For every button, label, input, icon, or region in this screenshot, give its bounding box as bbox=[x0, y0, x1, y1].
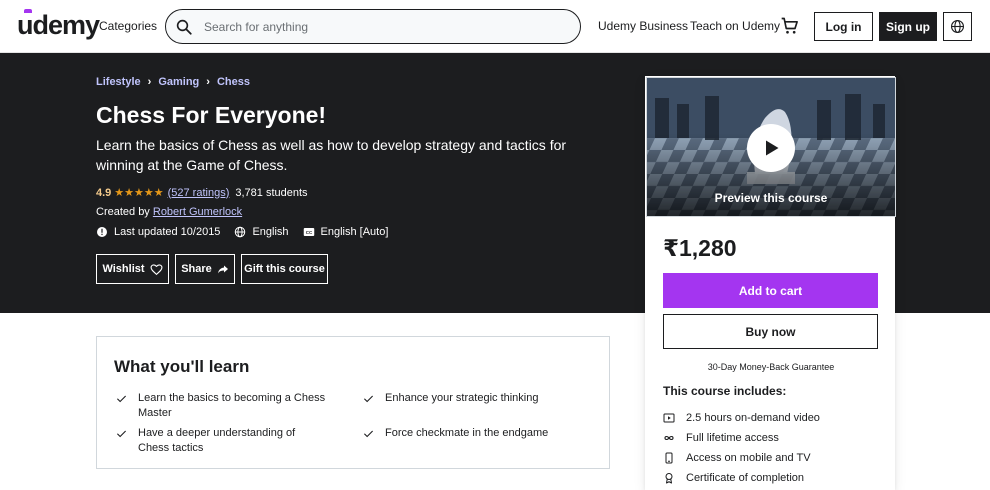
ratings-count-link[interactable]: (527 ratings) bbox=[168, 187, 230, 199]
svg-text:CC: CC bbox=[305, 230, 312, 235]
checkmark-icon bbox=[363, 430, 374, 438]
closed-captions-icon: CC bbox=[303, 228, 314, 236]
last-updated-text: Last updated 10/2015 bbox=[114, 226, 221, 238]
course-captions: CC English [Auto] bbox=[303, 226, 389, 238]
certificate-icon bbox=[665, 473, 673, 484]
play-button[interactable] bbox=[747, 124, 795, 172]
buy-now-button[interactable]: Buy now bbox=[663, 314, 878, 349]
breadcrumb-lifestyle[interactable]: Lifestyle bbox=[96, 76, 141, 88]
list-item: Certificate of completion bbox=[663, 468, 820, 488]
captions-text: English [Auto] bbox=[320, 226, 389, 238]
checkmark-icon bbox=[116, 430, 127, 438]
list-item: Full lifetime access bbox=[663, 428, 820, 448]
chevron-right-icon: › bbox=[147, 76, 152, 88]
search-input[interactable] bbox=[204, 18, 564, 36]
globe-icon bbox=[951, 20, 964, 33]
globe-icon bbox=[235, 226, 246, 238]
udemy-logo[interactable]: udemy bbox=[17, 9, 100, 40]
infinity-icon bbox=[664, 435, 674, 441]
checkmark-icon bbox=[363, 395, 374, 403]
course-price: ₹1,280 bbox=[663, 235, 737, 261]
teach-on-udemy-link[interactable]: Teach on Udemy bbox=[690, 19, 780, 33]
created-by: Created by Robert Gumerlock bbox=[96, 206, 242, 218]
wishlist-button[interactable]: Wishlist bbox=[96, 254, 169, 284]
share-label: Share bbox=[181, 263, 212, 275]
wishlist-label: Wishlist bbox=[102, 263, 145, 275]
instructor-link[interactable]: Robert Gumerlock bbox=[153, 206, 242, 218]
what-you-will-learn: What you'll learn Learn the basics to be… bbox=[96, 336, 610, 469]
money-back-guarantee: 30-Day Money-Back Guarantee bbox=[707, 362, 835, 372]
learn-item-text: Learn the basics to becoming a Chess Mas… bbox=[138, 392, 326, 419]
breadcrumb-gaming[interactable]: Gaming bbox=[158, 76, 199, 88]
learn-title: What you'll learn bbox=[114, 357, 250, 376]
preview-label: Preview this course bbox=[714, 191, 828, 205]
star-rating-icon: ★★★★★ bbox=[114, 187, 164, 199]
language-button[interactable] bbox=[943, 12, 972, 41]
gift-course-button[interactable]: Gift this course bbox=[241, 254, 328, 284]
include-text: Certificate of completion bbox=[686, 472, 804, 484]
learn-item-text: Force checkmate in the endgame bbox=[385, 427, 549, 439]
video-icon bbox=[663, 413, 675, 423]
search-icon[interactable] bbox=[175, 18, 193, 36]
categories-link[interactable]: Categories bbox=[99, 19, 157, 33]
purchase-card: Preview this course ₹1,280 Add to cart B… bbox=[645, 76, 896, 490]
list-item: Access on mobile and TV bbox=[663, 448, 820, 468]
add-to-cart-button[interactable]: Add to cart bbox=[663, 273, 878, 308]
course-language: English bbox=[234, 226, 289, 238]
includes-title: This course includes: bbox=[663, 384, 787, 398]
alert-badge-icon bbox=[97, 227, 107, 237]
include-text: Access on mobile and TV bbox=[686, 452, 811, 464]
signup-button[interactable]: Sign up bbox=[879, 12, 937, 41]
course-preview-video[interactable]: Preview this course bbox=[646, 77, 896, 217]
list-item: 2.5 hours on-demand video bbox=[663, 408, 820, 428]
heart-icon bbox=[150, 263, 162, 275]
play-icon bbox=[766, 140, 779, 156]
include-text: Full lifetime access bbox=[686, 432, 779, 444]
course-meta-row: Last updated 10/2015 English CC English … bbox=[96, 226, 402, 238]
share-arrow-icon bbox=[217, 265, 228, 274]
checkmark-icon bbox=[116, 395, 127, 403]
rating-row: 4.9 ★★★★★ (527 ratings) 3,781 students bbox=[96, 186, 308, 200]
login-button[interactable]: Log in bbox=[814, 12, 873, 41]
include-text: 2.5 hours on-demand video bbox=[686, 412, 820, 424]
list-item: Have a deeper understanding of Chess tac… bbox=[116, 426, 328, 456]
last-updated: Last updated 10/2015 bbox=[96, 226, 220, 238]
language-text: English bbox=[252, 226, 289, 238]
share-button[interactable]: Share bbox=[175, 254, 235, 284]
list-item: Force checkmate in the endgame bbox=[363, 426, 575, 441]
cart-icon[interactable] bbox=[780, 16, 800, 36]
udemy-business-link[interactable]: Udemy Business bbox=[598, 19, 688, 33]
learn-item-text: Enhance your strategic thinking bbox=[385, 392, 539, 404]
course-title: Chess For Everyone! bbox=[96, 102, 327, 128]
rating-value: 4.9 bbox=[96, 186, 112, 199]
students-count: 3,781 students bbox=[235, 186, 308, 199]
chevron-right-icon: › bbox=[206, 76, 210, 88]
mobile-icon bbox=[665, 452, 673, 464]
created-by-label: Created by bbox=[96, 206, 150, 218]
learn-item-text: Have a deeper understanding of Chess tac… bbox=[138, 427, 296, 454]
course-subtitle: Learn the basics of Chess as well as how… bbox=[96, 137, 567, 173]
list-item: Learn the basics to becoming a Chess Mas… bbox=[116, 391, 328, 421]
breadcrumb: Lifestyle › Gaming › Chess bbox=[96, 76, 250, 88]
search-bar[interactable] bbox=[165, 9, 581, 44]
breadcrumb-chess[interactable]: Chess bbox=[217, 76, 250, 88]
list-item: Enhance your strategic thinking bbox=[363, 391, 575, 406]
top-navigation-bar: udemy Categories Udemy Business Teach on… bbox=[0, 0, 990, 53]
logo-text: udemy bbox=[17, 10, 100, 40]
logo-accent bbox=[24, 9, 32, 13]
includes-list: 2.5 hours on-demand video Full lifetime … bbox=[663, 408, 820, 488]
